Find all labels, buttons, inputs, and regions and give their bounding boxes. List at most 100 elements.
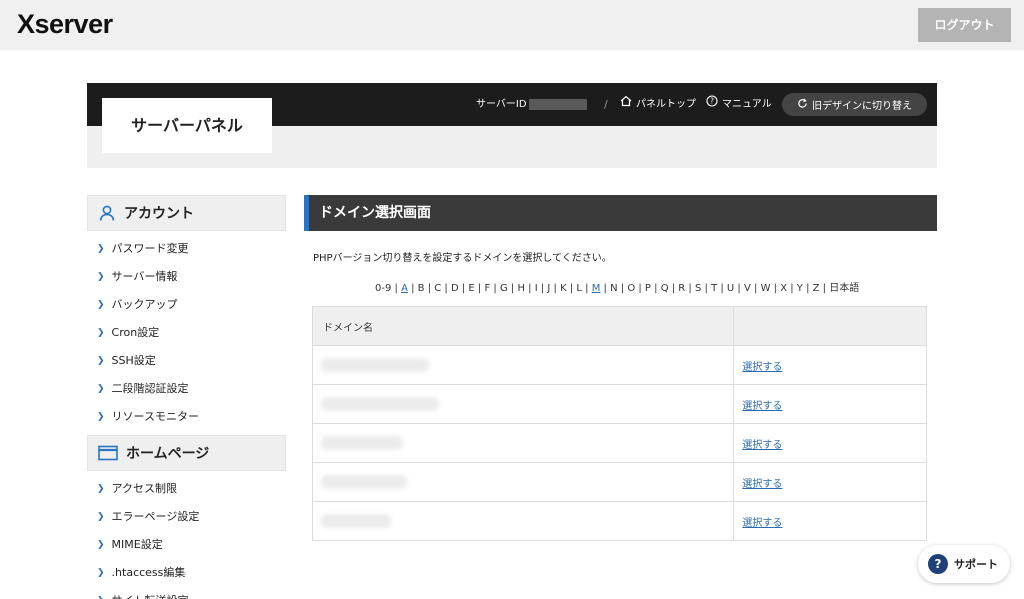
alphabet-filter-b: B xyxy=(417,283,425,294)
alphabet-separator: | xyxy=(490,283,500,294)
xserver-logo[interactable]: Xserver xyxy=(17,9,113,40)
select-domain-link[interactable]: 選択する xyxy=(742,362,782,373)
sidebar-section-title: アカウント xyxy=(124,206,194,222)
alphabet-separator: | xyxy=(550,283,561,294)
select-domain-link[interactable]: 選択する xyxy=(742,518,782,529)
chevron-right-icon: ❯ xyxy=(97,328,105,338)
select-domain-link[interactable]: 選択する xyxy=(742,479,782,490)
sidebar-item-two-factor[interactable]: ❯ 二段階認証設定 xyxy=(87,375,286,403)
sidebar-account-list: ❯ パスワード変更 ❯ サーバー情報 ❯ バックアップ ❯ Cron設定 ❯ SSH設定 … xyxy=(87,231,286,435)
sidebar-item-label: Cron設定 xyxy=(111,326,160,339)
support-button[interactable]: ? サポート xyxy=(918,545,1010,583)
alphabet-filter-japanese: 日本語 xyxy=(829,283,860,294)
page-description: PHPバージョン切り替えを設定するドメインを選択してください。 xyxy=(313,253,612,264)
sidebar-item-label: 二段階認証設定 xyxy=(111,382,189,395)
sidebar-item-label: サイト転送設定 xyxy=(112,587,189,599)
domain-name-cell xyxy=(311,345,735,385)
chevron-right-icon: ❯ xyxy=(97,587,105,599)
alphabet-separator: | xyxy=(507,283,518,294)
alphabet-separator: | xyxy=(770,283,781,294)
action-cell: 選択する xyxy=(733,423,927,463)
panel-top-label: パネルトップ xyxy=(636,99,696,110)
alphabet-filter-v: V xyxy=(743,283,751,294)
help-circle-icon: ? xyxy=(706,83,718,126)
chevron-right-icon: ❯ xyxy=(97,244,105,254)
domain-name-cell xyxy=(311,384,735,424)
domain-name-cell xyxy=(311,423,735,463)
alphabet-filter-a[interactable]: A xyxy=(401,283,408,294)
manual-link[interactable]: ? マニュアル xyxy=(706,83,772,126)
domain-name-blurred xyxy=(321,475,407,489)
sidebar-item-mime[interactable]: ❯ MIME設定 xyxy=(87,531,286,559)
sidebar-item-label: SSH設定 xyxy=(111,354,156,367)
alphabet-separator: | xyxy=(441,283,451,294)
chevron-right-icon: ❯ xyxy=(97,568,105,578)
alphabet-separator: | xyxy=(650,283,661,294)
chevron-right-icon: ❯ xyxy=(97,356,105,366)
alphabet-separator: | xyxy=(581,283,592,294)
home-icon xyxy=(620,83,632,126)
alphabet-separator: | xyxy=(717,283,727,294)
domain-name-blurred xyxy=(321,358,429,372)
alphabet-filter-g: G xyxy=(499,283,508,294)
sidebar-item-server-info[interactable]: ❯ サーバー情報 xyxy=(87,263,286,291)
action-cell: 選択する xyxy=(733,501,927,541)
page-title: ドメイン選択画面 xyxy=(304,195,937,231)
table-row: 選択する xyxy=(311,501,927,541)
table-header-row: ドメイン名 xyxy=(311,306,927,346)
alphabet-filter-0-9: 0-9 xyxy=(375,283,392,294)
alphabet-filter-h: H xyxy=(517,283,525,294)
alphabet-separator: | xyxy=(407,283,418,294)
sidebar: アカウント ❯ パスワード変更 ❯ サーバー情報 ❯ バックアップ ❯ Cron設定 ❯… xyxy=(87,195,286,599)
switch-old-design-button[interactable]: 旧デザインに切り替え xyxy=(782,93,927,116)
alphabet-filter-o: O xyxy=(627,283,636,294)
sidebar-item-resource-monitor[interactable]: ❯ リソースモニター xyxy=(87,403,286,431)
select-domain-link[interactable]: 選択する xyxy=(742,440,782,451)
alphabet-separator: | xyxy=(685,283,695,294)
top-bar: Xserver ログアウト xyxy=(0,0,1024,50)
person-icon xyxy=(98,204,116,222)
sidebar-item-site-redirect[interactable]: ❯ サイト転送設定 xyxy=(87,587,286,599)
sidebar-item-htaccess[interactable]: ❯ .htaccess編集 xyxy=(87,559,286,587)
alphabet-separator: | xyxy=(537,283,548,294)
sidebar-item-label: エラーページ設定 xyxy=(111,510,200,523)
sidebar-item-error-page[interactable]: ❯ エラーページ設定 xyxy=(87,503,286,531)
chevron-right-icon: ❯ xyxy=(97,412,105,422)
server-id-label: サーバーID xyxy=(476,99,527,110)
sidebar-item-access-limit[interactable]: ❯ アクセス制限 xyxy=(87,475,286,503)
sidebar-item-backup[interactable]: ❯ バックアップ xyxy=(87,291,286,319)
alphabet-separator: | xyxy=(819,283,830,294)
alphabet-separator: | xyxy=(802,283,813,294)
select-domain-link[interactable]: 選択する xyxy=(742,401,782,412)
sidebar-item-ssh[interactable]: ❯ SSH設定 xyxy=(87,347,286,375)
sidebar-item-cron[interactable]: ❯ Cron設定 xyxy=(87,319,286,347)
sidebar-section-account: アカウント xyxy=(87,195,286,231)
alphabet-separator: | xyxy=(424,283,435,294)
domain-name-header: ドメイン名 xyxy=(311,306,735,346)
logout-button[interactable]: ログアウト xyxy=(918,8,1011,42)
sidebar-homepage-list: ❯ アクセス制限 ❯ エラーページ設定 ❯ MIME設定 ❯ .htaccess編集 ❯… xyxy=(87,471,286,599)
panel-title: サーバーパネル xyxy=(102,98,272,153)
support-label: サポート xyxy=(954,558,998,571)
chevron-right-icon: ❯ xyxy=(97,484,105,494)
manual-label: マニュアル xyxy=(722,99,772,110)
header-separator: / xyxy=(604,98,608,111)
alphabet-separator: | xyxy=(750,283,761,294)
chevron-right-icon: ❯ xyxy=(97,384,105,394)
alphabet-filter-d: D xyxy=(450,283,459,294)
chevron-right-icon: ❯ xyxy=(97,512,105,522)
alphabet-separator: | xyxy=(701,283,712,294)
sidebar-item-password[interactable]: ❯ パスワード変更 xyxy=(87,235,286,263)
refresh-icon xyxy=(797,98,808,112)
domain-name-blurred xyxy=(321,514,391,528)
alphabet-filter-w: W xyxy=(760,283,771,294)
sidebar-section-homepage: ホームページ xyxy=(87,435,286,471)
alphabet-separator: | xyxy=(635,283,645,294)
panel-top-link[interactable]: パネルトップ xyxy=(620,83,696,126)
alphabet-separator: | xyxy=(566,283,577,294)
table-row: 選択する xyxy=(311,462,927,502)
alphabet-separator: | xyxy=(525,283,535,294)
chevron-right-icon: ❯ xyxy=(97,300,105,310)
alphabet-separator: | xyxy=(668,283,679,294)
browser-window-icon xyxy=(98,445,118,461)
